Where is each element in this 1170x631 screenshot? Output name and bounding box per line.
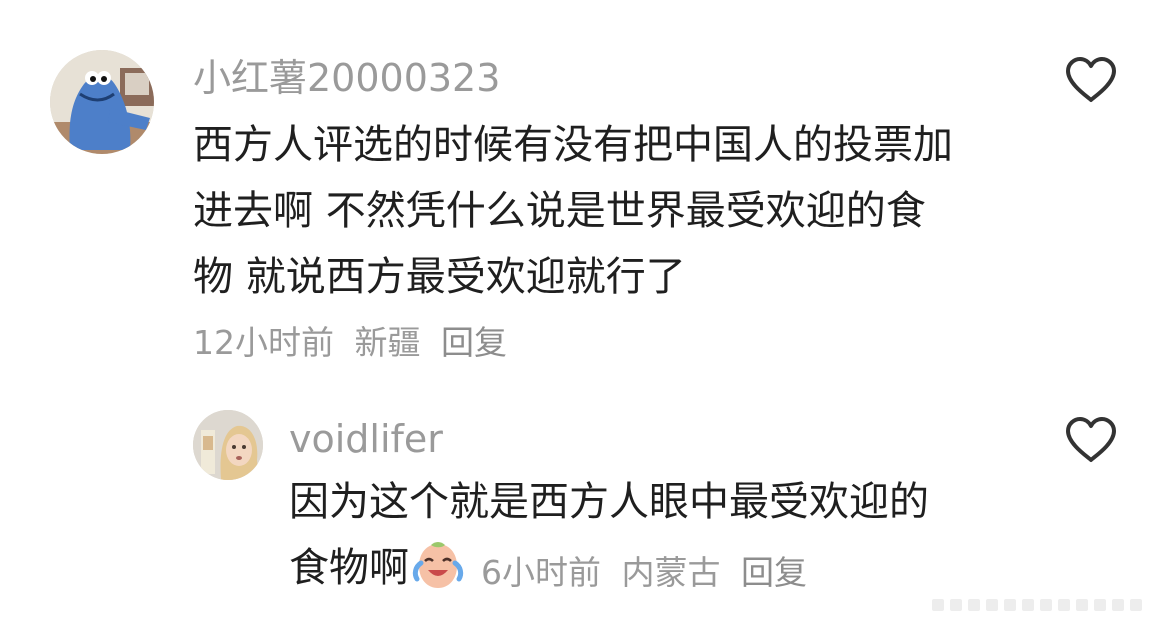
reply-button[interactable]: 回复 <box>441 323 507 362</box>
avatar[interactable] <box>50 50 154 154</box>
avatar[interactable] <box>193 410 263 480</box>
heart-outline-icon[interactable] <box>1064 416 1118 464</box>
comment-text-line: 西方人评选的时候有没有把中国人的投票加 <box>193 122 953 168</box>
comment-text-line: 食物啊 <box>289 545 409 591</box>
comment-meta: 12小时前 新疆 回复 <box>193 323 517 363</box>
comment-text-line: 进去啊 不然凭什么说是世界最受欢迎的食 <box>193 188 926 234</box>
location: 内蒙古 <box>621 553 721 592</box>
blonde-woman-avatar-icon <box>193 410 263 480</box>
location: 新疆 <box>354 323 421 362</box>
comment-text-line: 物 就说西方最受欢迎就行了 <box>193 254 686 300</box>
comment-text-last-line: 食物啊 <box>289 538 465 599</box>
comment-text-line: 因为这个就是西方人眼中最受欢迎的 <box>289 479 929 525</box>
crying-laughing-peach-emoji-icon <box>411 539 465 593</box>
watermark-decoration <box>932 595 1152 615</box>
reply-button[interactable]: 回复 <box>741 553 807 592</box>
timestamp: 6小时前 <box>481 553 601 592</box>
username[interactable]: 小红薯20000323 <box>193 55 500 101</box>
username[interactable]: voidlifer <box>289 416 443 462</box>
blue-monster-avatar-icon <box>50 50 154 154</box>
heart-outline-icon[interactable] <box>1064 56 1118 104</box>
comment-meta: 6小时前 内蒙古 回复 <box>481 553 817 593</box>
timestamp: 12小时前 <box>193 323 334 362</box>
